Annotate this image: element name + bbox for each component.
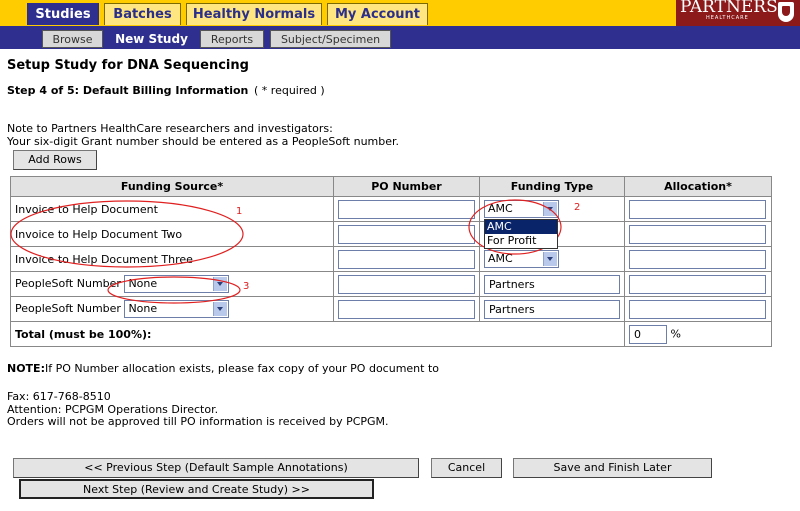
annotation-number-2: 2 [574,202,580,213]
annotation-overlay: 1 2 3 [10,199,580,304]
funding-type-dropdown-list: AMC For Profit [484,219,558,249]
annotation-number-1: 1 [236,206,242,217]
note-text: If PO Number allocation exists, please f… [44,362,440,375]
fax-line: Fax: 617-768-8510 [7,390,111,403]
orders-line: Orders will not be approved till PO info… [7,415,389,428]
annotation-ellipse-3 [107,276,241,304]
annotation-number-3: 3 [243,281,249,292]
note-bold: NOTE: [7,362,45,375]
previous-step-button[interactable]: << Previous Step (Default Sample Annotat… [13,458,419,478]
cancel-button[interactable]: Cancel [431,458,502,478]
po-note: NOTE:If PO Number allocation exists, ple… [7,362,439,375]
annotation-ellipse-1 [10,200,244,268]
save-finish-later-button[interactable]: Save and Finish Later [513,458,712,478]
dropdown-option-amc[interactable]: AMC [485,220,557,234]
next-step-button[interactable]: Next Step (Review and Create Study) >> [19,479,374,499]
dropdown-option-for-profit[interactable]: For Profit [485,234,557,248]
